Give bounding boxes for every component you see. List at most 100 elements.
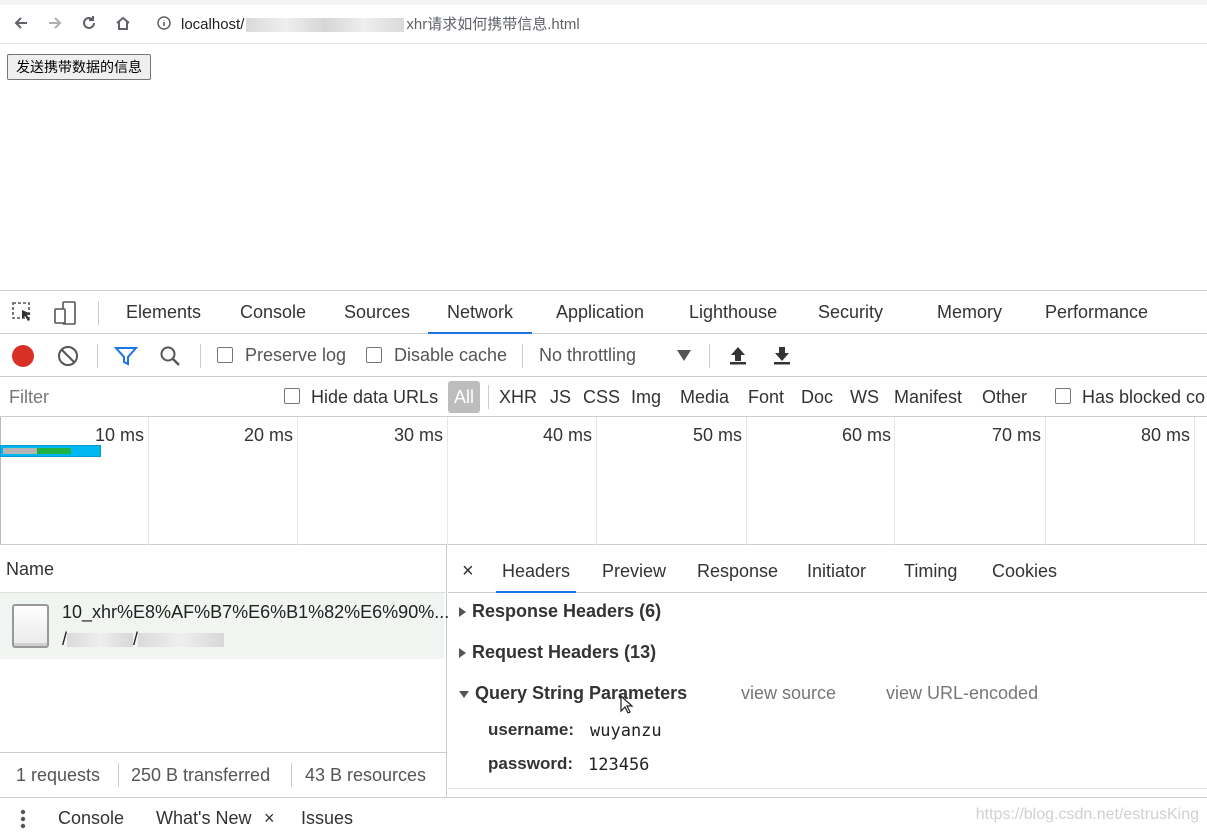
request-waterfall-bar[interactable]: [0, 445, 101, 457]
more-options-icon[interactable]: [20, 809, 26, 834]
drawer-tab-whats-new[interactable]: What's New: [156, 798, 251, 838]
tab-elements[interactable]: Elements: [126, 291, 201, 334]
tab-preview[interactable]: Preview: [602, 551, 666, 593]
request-row[interactable]: 10_xhr%E8%AF%B7%E6%B1%82%E6%90%... / /: [0, 593, 449, 659]
tab-network[interactable]: Network: [428, 291, 533, 334]
divider: [200, 344, 201, 368]
view-url-encoded-link[interactable]: view URL-encoded: [886, 683, 1038, 704]
send-data-button[interactable]: 发送携带数据的信息: [7, 54, 151, 80]
back-icon[interactable]: [8, 10, 34, 36]
divider: [291, 763, 292, 787]
tab-sources[interactable]: Sources: [344, 291, 410, 334]
export-har-icon[interactable]: [772, 344, 792, 371]
grid-tick: [1045, 417, 1046, 545]
request-headers-section[interactable]: Request Headers (13): [459, 642, 656, 663]
waterfall-waiting-segment: [37, 448, 71, 454]
network-toolbar: Preserve log Disable cache No throttling: [0, 334, 1207, 377]
tab-performance[interactable]: Performance: [1045, 291, 1148, 334]
tick-label: 50 ms: [692, 425, 742, 445]
close-icon[interactable]: ×: [264, 798, 275, 838]
divider: [118, 763, 119, 787]
url-host: localhost/: [181, 16, 245, 33]
column-name-header[interactable]: Name: [0, 545, 447, 593]
record-icon[interactable]: [12, 345, 34, 367]
query-string-title: Query String Parameters: [475, 683, 688, 703]
expand-triangle-icon: [459, 648, 466, 659]
home-icon[interactable]: [110, 10, 136, 36]
tab-response[interactable]: Response: [697, 551, 778, 593]
grid-tick: [746, 417, 747, 545]
tab-lighthouse[interactable]: Lighthouse: [689, 291, 777, 334]
tab-headers[interactable]: Headers: [496, 551, 577, 593]
tab-memory[interactable]: Memory: [937, 291, 1002, 334]
chevron-down-icon[interactable]: [677, 350, 691, 361]
response-headers-title: Response Headers (6): [472, 601, 662, 621]
param-key-password: password:: [488, 754, 574, 773]
tab-cookies[interactable]: Cookies: [992, 551, 1057, 593]
device-toolbar-icon[interactable]: [53, 300, 79, 331]
url-file: xhr请求如何携带信息.html: [406, 16, 580, 33]
request-headers-title: Request Headers (13): [472, 642, 657, 662]
grid-tick: [596, 417, 597, 545]
filter-input[interactable]: Filter: [9, 377, 49, 417]
filter-manifest[interactable]: Manifest: [894, 377, 962, 417]
tick-label: 10 ms: [94, 425, 144, 445]
param-value-password: 123456: [588, 755, 650, 775]
grid-tick: [0, 417, 1, 545]
reload-icon[interactable]: [76, 10, 102, 36]
tab-timing[interactable]: Timing: [904, 551, 957, 593]
search-icon[interactable]: [159, 345, 181, 372]
tick-label: 70 ms: [991, 425, 1041, 445]
throttling-select[interactable]: No throttling: [539, 334, 636, 377]
tick-label: 60 ms: [841, 425, 891, 445]
tick-label: 30 ms: [393, 425, 443, 445]
filter-icon[interactable]: [113, 345, 139, 372]
filter-js[interactable]: JS: [550, 377, 571, 417]
disable-cache-checkbox[interactable]: [366, 347, 382, 363]
resources-size: 43 B resources: [305, 765, 427, 785]
inspect-element-icon[interactable]: [12, 302, 36, 329]
filter-css[interactable]: CSS: [583, 377, 620, 417]
tab-security[interactable]: Security: [818, 291, 883, 334]
filter-img[interactable]: Img: [631, 377, 661, 417]
divider: [98, 301, 99, 325]
query-string-section[interactable]: Query String Parameters: [459, 683, 687, 704]
grid-tick: [148, 417, 149, 545]
filter-font[interactable]: Font: [748, 377, 784, 417]
tab-initiator[interactable]: Initiator: [807, 551, 866, 593]
drawer-tab-console[interactable]: Console: [58, 798, 124, 838]
tick-label: 40 ms: [542, 425, 592, 445]
filter-other[interactable]: Other: [982, 377, 1027, 417]
drawer-tab-issues[interactable]: Issues: [301, 798, 353, 838]
filter-xhr[interactable]: XHR: [499, 377, 537, 417]
filter-media[interactable]: Media: [680, 377, 729, 417]
has-blocked-cookies-checkbox[interactable]: [1055, 388, 1071, 404]
hide-data-urls-label: Hide data URLs: [311, 387, 439, 407]
response-headers-section[interactable]: Response Headers (6): [459, 601, 661, 622]
url-redacted: [246, 18, 405, 33]
hide-data-urls-checkbox[interactable]: [284, 388, 300, 404]
path-redacted: [67, 633, 134, 648]
devtools-tabbar: Elements Console Sources Network Applica…: [0, 291, 1207, 334]
filter-doc[interactable]: Doc: [801, 377, 833, 417]
has-blocked-cookies-label: Has blocked co: [1082, 387, 1206, 407]
divider: [709, 344, 710, 368]
info-icon[interactable]: [151, 10, 177, 36]
import-har-icon[interactable]: [728, 344, 748, 371]
forward-icon[interactable]: [42, 10, 68, 36]
close-icon[interactable]: ×: [462, 551, 474, 593]
tick-label: 20 ms: [243, 425, 293, 445]
preserve-log-checkbox[interactable]: [217, 347, 233, 363]
filter-all[interactable]: All: [448, 381, 480, 413]
tab-console[interactable]: Console: [240, 291, 306, 334]
clear-icon[interactable]: [57, 345, 79, 372]
filter-ws[interactable]: WS: [850, 377, 879, 417]
view-source-link[interactable]: view source: [741, 683, 836, 704]
transferred-size: 250 B transferred: [131, 765, 271, 785]
tab-application[interactable]: Application: [556, 291, 644, 334]
expand-triangle-icon: [459, 607, 466, 618]
url-field[interactable]: localhost/xhr请求如何携带信息.html: [181, 13, 580, 34]
disable-cache-label: Disable cache: [394, 345, 508, 365]
watermark: https://blog.csdn.net/estrusKing: [975, 806, 1199, 823]
preserve-log-label: Preserve log: [245, 345, 347, 365]
